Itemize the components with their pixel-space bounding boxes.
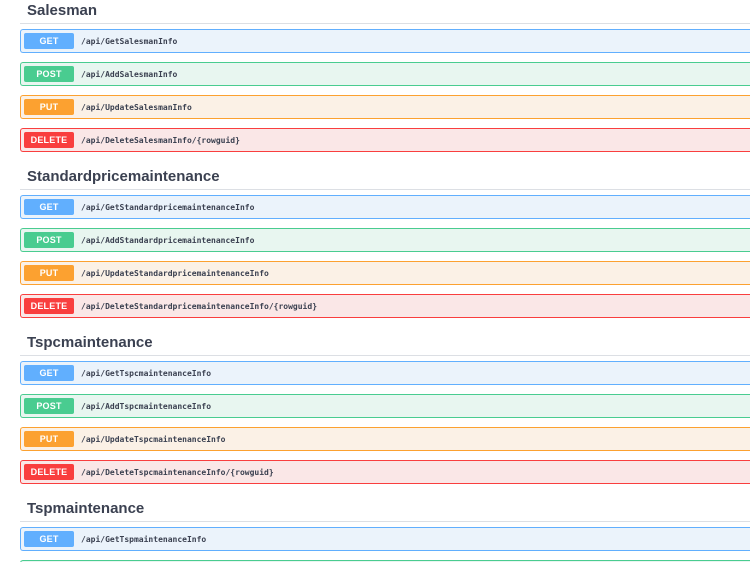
method-badge: DELETE bbox=[24, 298, 74, 314]
method-badge: POST bbox=[24, 398, 74, 414]
method-badge: PUT bbox=[24, 99, 74, 115]
operation-get[interactable]: GET /api/GetStandardpricemaintenanceInfo bbox=[20, 195, 750, 219]
operation-get[interactable]: GET /api/GetSalesmanInfo bbox=[20, 29, 750, 53]
operation-delete[interactable]: DELETE /api/DeleteSalesmanInfo/{rowguid} bbox=[20, 128, 750, 152]
method-badge: DELETE bbox=[24, 132, 74, 148]
tag-title[interactable]: Standardpricemaintenance bbox=[27, 168, 220, 185]
operation-put[interactable]: PUT /api/UpdateStandardpricemaintenanceI… bbox=[20, 261, 750, 285]
tag-divider bbox=[20, 521, 750, 522]
tag-divider bbox=[20, 189, 750, 190]
operation-delete[interactable]: DELETE /api/DeleteStandardpricemaintenan… bbox=[20, 294, 750, 318]
method-badge: GET bbox=[24, 365, 74, 381]
operation-get[interactable]: GET /api/GetTspcmaintenanceInfo bbox=[20, 361, 750, 385]
tag-title[interactable]: Tspcmaintenance bbox=[27, 334, 153, 351]
operation-post[interactable]: POST /api/AddSalesmanInfo bbox=[20, 62, 750, 86]
operation-path: /api/GetTspmaintenanceInfo bbox=[81, 534, 207, 544]
tag-divider bbox=[20, 355, 750, 356]
operation-path: /api/AddSalesmanInfo bbox=[81, 69, 178, 79]
method-badge: GET bbox=[24, 199, 74, 215]
operation-path: /api/GetStandardpricemaintenanceInfo bbox=[81, 202, 255, 212]
method-badge: POST bbox=[24, 66, 74, 82]
operation-post[interactable]: POST /api/AddTspcmaintenanceInfo bbox=[20, 394, 750, 418]
operation-path: /api/UpdateSalesmanInfo bbox=[81, 102, 192, 112]
api-docs-page: Salesman GET /api/GetSalesmanInfo POST /… bbox=[0, 0, 750, 562]
method-badge: PUT bbox=[24, 431, 74, 447]
operation-path: /api/UpdateTspcmaintenanceInfo bbox=[81, 434, 226, 444]
operation-path: /api/AddStandardpricemaintenanceInfo bbox=[81, 235, 255, 245]
operation-path: /api/UpdateStandardpricemaintenanceInfo bbox=[81, 268, 269, 278]
method-badge: GET bbox=[24, 33, 74, 49]
tag-title[interactable]: Tspmaintenance bbox=[27, 500, 144, 517]
tag-divider bbox=[20, 23, 750, 24]
method-badge: GET bbox=[24, 531, 74, 547]
tag-title[interactable]: Salesman bbox=[27, 2, 97, 19]
operation-path: /api/DeleteSalesmanInfo/{rowguid} bbox=[81, 135, 240, 145]
method-badge: DELETE bbox=[24, 464, 74, 480]
operation-path: /api/GetTspcmaintenanceInfo bbox=[81, 368, 212, 378]
operation-path: /api/AddTspcmaintenanceInfo bbox=[81, 401, 212, 411]
method-badge: PUT bbox=[24, 265, 74, 281]
operation-path: /api/DeleteStandardpricemaintenanceInfo/… bbox=[81, 301, 318, 311]
operation-delete[interactable]: DELETE /api/DeleteTspcmaintenanceInfo/{r… bbox=[20, 460, 750, 484]
operation-get[interactable]: GET /api/GetTspmaintenanceInfo bbox=[20, 527, 750, 551]
method-badge: POST bbox=[24, 232, 74, 248]
operation-post[interactable]: POST /api/AddStandardpricemaintenanceInf… bbox=[20, 228, 750, 252]
operation-path: /api/DeleteTspcmaintenanceInfo/{rowguid} bbox=[81, 467, 274, 477]
operation-path: /api/GetSalesmanInfo bbox=[81, 36, 178, 46]
operation-put[interactable]: PUT /api/UpdateSalesmanInfo bbox=[20, 95, 750, 119]
operation-put[interactable]: PUT /api/UpdateTspcmaintenanceInfo bbox=[20, 427, 750, 451]
